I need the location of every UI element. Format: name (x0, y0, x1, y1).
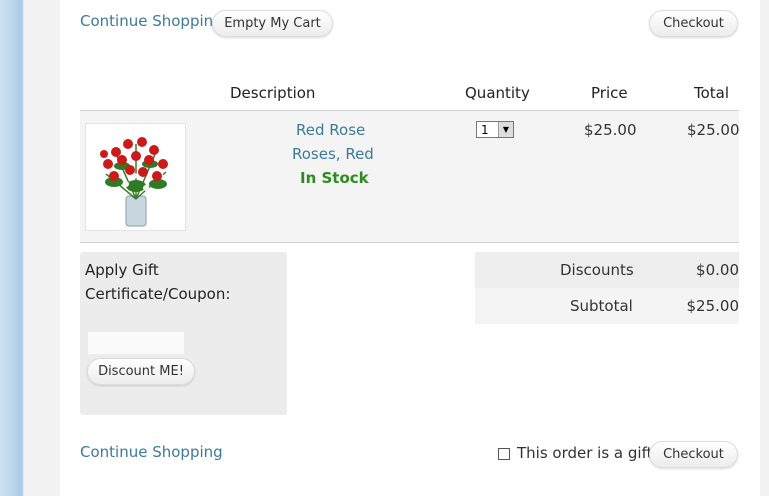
header-total: Total (694, 84, 730, 102)
quantity-value: 1 (481, 123, 489, 137)
coupon-box: Apply Gift Certificate/Coupon: Discount … (80, 252, 287, 415)
discounts-label: Discounts (560, 261, 634, 279)
chevron-down-icon: ▼ (498, 122, 513, 137)
coupon-title-line1: Apply Gift (85, 261, 159, 279)
discounts-row: Discounts $0.00 (475, 252, 739, 288)
item-price: $25.00 (584, 121, 637, 139)
coupon-input[interactable] (88, 332, 184, 354)
gift-checkbox[interactable] (498, 448, 510, 460)
subtotal-value: $25.00 (686, 297, 740, 315)
checkout-button-bottom[interactable]: Checkout (649, 441, 738, 468)
empty-cart-button[interactable]: Empty My Cart (212, 10, 333, 37)
product-image[interactable] (85, 123, 186, 231)
stock-status: In Stock (300, 169, 369, 187)
continue-shopping-link-bottom[interactable]: Continue Shopping (80, 443, 223, 461)
cart-panel: Continue Shopping Empty My Cart Checkout… (60, 0, 760, 496)
gift-label: This order is a gift. (517, 444, 658, 462)
product-variant: Roses, Red (292, 145, 374, 163)
item-total: $25.00 (687, 121, 740, 139)
continue-shopping-link-top[interactable]: Continue Shopping (80, 12, 223, 30)
header-price: Price (591, 84, 628, 102)
product-name-link[interactable]: Red Rose (296, 121, 365, 139)
subtotal-row: Subtotal $25.00 (475, 288, 739, 324)
quantity-select[interactable]: 1 ▼ (476, 121, 514, 138)
subtotal-label: Subtotal (570, 297, 633, 315)
discount-button[interactable]: Discount ME! (87, 358, 195, 385)
coupon-title-line2: Certificate/Coupon: (85, 285, 231, 303)
header-quantity: Quantity (465, 84, 530, 102)
discounts-value: $0.00 (696, 261, 739, 279)
cart-item-row: Red Rose Roses, Red In Stock 1 ▼ $25.00 … (80, 110, 740, 243)
header-description: Description (230, 84, 316, 102)
checkout-button-top[interactable]: Checkout (649, 10, 738, 37)
rose-bouquet-icon (100, 137, 168, 227)
